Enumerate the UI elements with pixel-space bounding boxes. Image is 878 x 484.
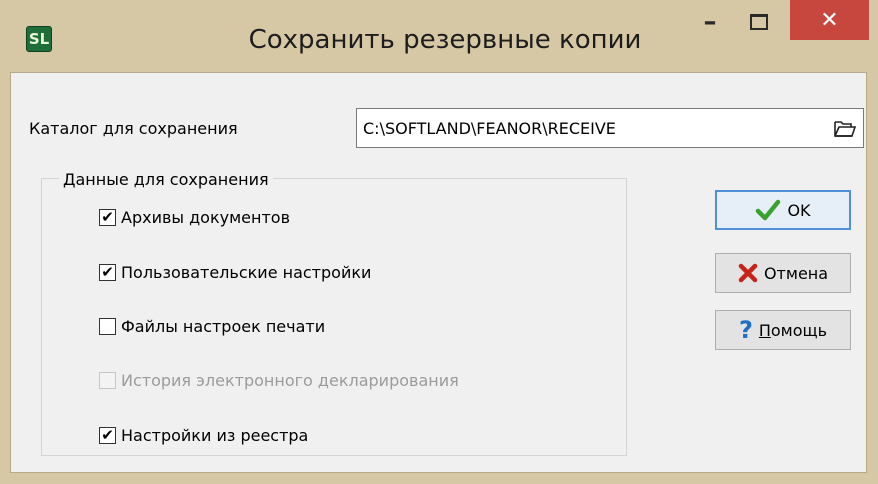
title-bar[interactable]: SL Сохранить резервные копии – ✕: [0, 0, 878, 72]
close-button[interactable]: ✕: [790, 0, 869, 40]
checkmark-icon: [755, 199, 781, 221]
window-title: Сохранить резервные копии: [248, 25, 642, 55]
ok-button-label: OK: [787, 200, 811, 220]
option-registry-settings[interactable]: ✔ Настройки из реестра: [99, 423, 308, 447]
question-icon: ?: [738, 316, 753, 344]
ok-button[interactable]: OK: [715, 190, 851, 230]
checkbox-e-declaration-history: [99, 371, 116, 389]
checkbox-user-settings[interactable]: ✔: [99, 263, 116, 281]
checkbox-document-archives[interactable]: ✔: [99, 208, 116, 226]
maximize-icon: [750, 14, 768, 30]
option-e-declaration-history: История электронного декларирования: [99, 368, 459, 392]
data-group-title: Данные для сохранения: [59, 170, 273, 189]
red-x-icon: [738, 263, 758, 283]
dialog-client-area: Каталог для сохранения Данные для сохран…: [10, 72, 867, 473]
option-print-settings[interactable]: Файлы настроек печати: [99, 314, 325, 338]
folder-label: Каталог для сохранения: [29, 119, 238, 138]
open-folder-icon: [834, 121, 857, 137]
option-label: Пользовательские настройки: [121, 262, 372, 282]
option-label: Архивы документов: [121, 207, 291, 227]
checkbox-registry-settings[interactable]: ✔: [99, 426, 116, 444]
cancel-button-label: Отмена: [763, 263, 829, 283]
dialog-window: SL Сохранить резервные копии – ✕ Каталог…: [0, 0, 878, 484]
option-user-settings[interactable]: ✔ Пользовательские настройки: [99, 260, 371, 284]
maximize-button[interactable]: [732, 0, 786, 44]
option-document-archives[interactable]: ✔ Архивы документов: [99, 205, 290, 229]
folder-path-input[interactable]: [363, 109, 803, 147]
minimize-button[interactable]: –: [690, 0, 730, 44]
option-label: Настройки из реестра: [121, 425, 309, 445]
cancel-button[interactable]: Отмена: [715, 253, 851, 293]
browse-folder-button[interactable]: [830, 114, 860, 142]
app-icon[interactable]: SL: [26, 26, 52, 52]
option-label: Файлы настроек печати: [121, 316, 326, 336]
help-button[interactable]: ? Помощь: [715, 310, 851, 350]
help-button-label: Помощь: [758, 320, 828, 340]
folder-field: [356, 108, 864, 148]
option-label: История электронного декларирования: [121, 370, 459, 390]
checkbox-print-settings[interactable]: [99, 317, 116, 335]
